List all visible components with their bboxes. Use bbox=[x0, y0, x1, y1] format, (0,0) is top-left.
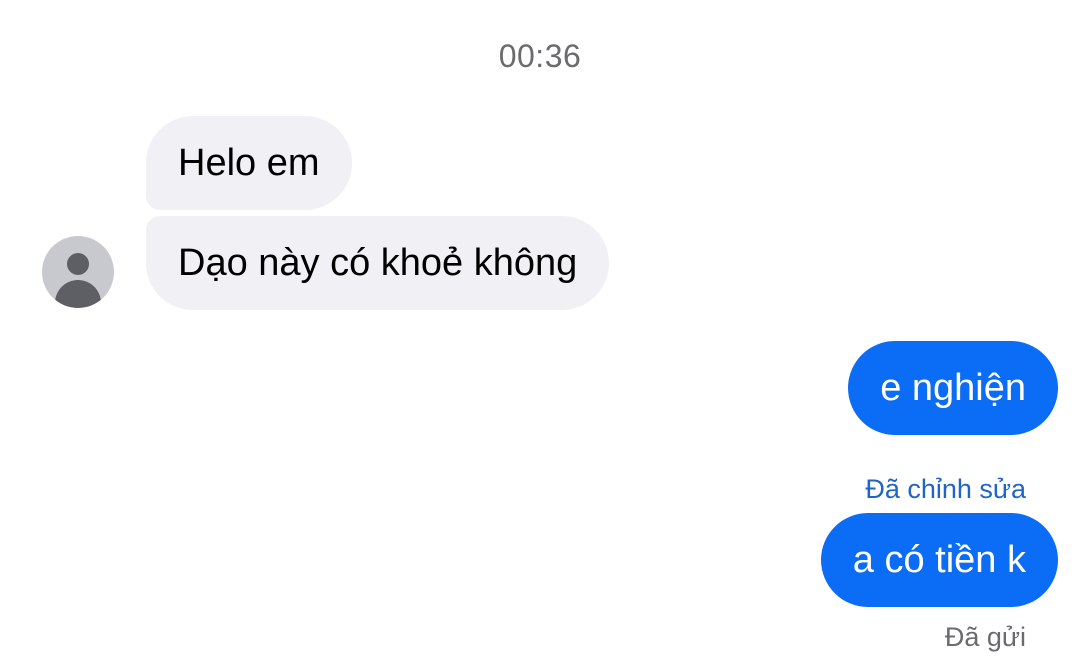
incoming-message-bubble[interactable]: Helo em bbox=[146, 116, 352, 210]
avatar-head-shape bbox=[67, 253, 89, 275]
incoming-message-bubble[interactable]: Dạo này có khoẻ không bbox=[146, 216, 610, 310]
edited-status-label[interactable]: Đã chỉnh sửa bbox=[865, 474, 1026, 505]
contact-avatar-icon[interactable] bbox=[42, 236, 114, 308]
outgoing-message-bubble[interactable]: e nghiện bbox=[848, 341, 1058, 435]
message-timestamp: 00:36 bbox=[498, 38, 582, 74]
sent-status-label: Đã gửi bbox=[944, 622, 1026, 652]
outgoing-message-bubble[interactable]: a có tiền k bbox=[820, 513, 1058, 607]
avatar-shoulders-shape bbox=[55, 280, 101, 308]
